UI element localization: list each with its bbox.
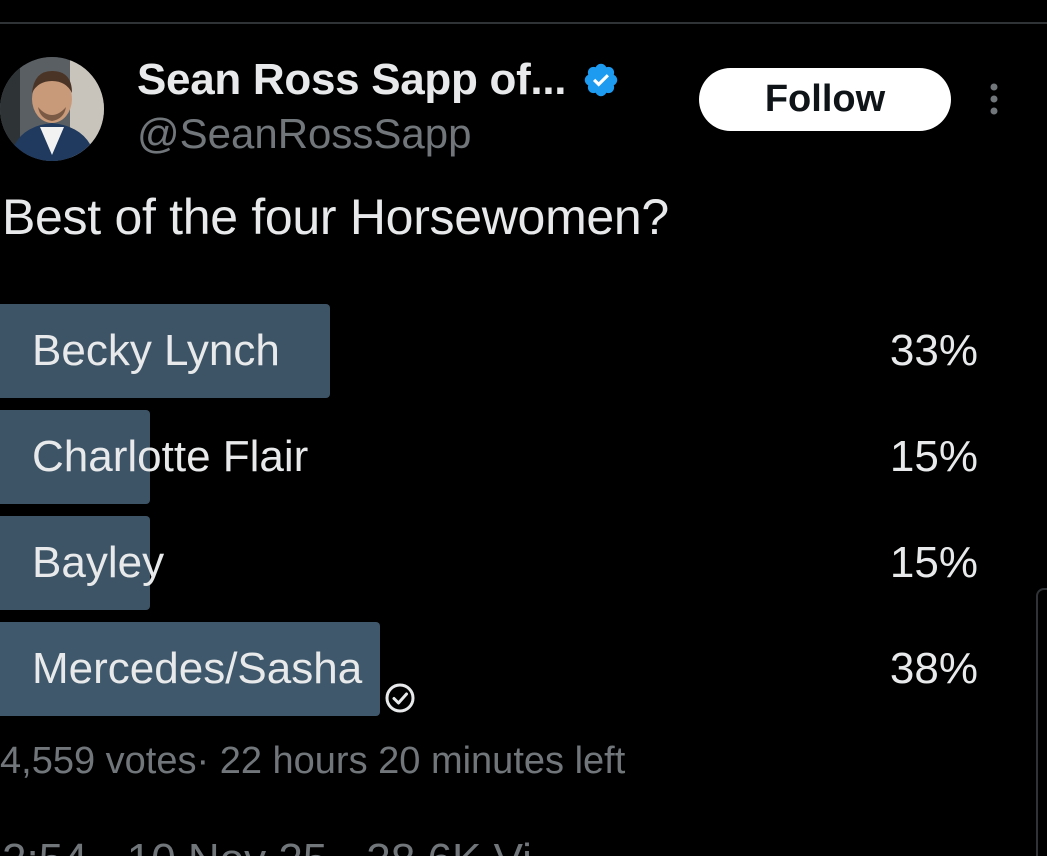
top-divider xyxy=(0,22,1047,24)
poll-option-label: Bayley xyxy=(32,516,164,610)
poll-option-label: Charlotte Flair xyxy=(32,410,308,504)
tweet-timestamp[interactable]: 2:54 · 10 Nov 25 · 38.6K Vi xyxy=(2,838,532,856)
poll-option-becky-lynch[interactable]: Becky Lynch 33% xyxy=(0,304,1000,398)
avatar[interactable] xyxy=(0,57,104,161)
poll-option-percent: 38% xyxy=(889,644,978,693)
poll-option-bayley[interactable]: Bayley 15% xyxy=(0,516,1000,610)
author-name-row[interactable]: Sean Ross Sapp of... xyxy=(137,55,620,105)
check-circle-icon xyxy=(384,653,416,713)
poll-option-mercedes-sasha[interactable]: Mercedes/Sasha 38% xyxy=(0,622,1000,716)
scrollbar[interactable] xyxy=(1036,588,1047,856)
poll-option-text: Mercedes/Sasha xyxy=(32,644,363,693)
tweet-text: Best of the four Horsewomen? xyxy=(2,189,669,245)
verified-badge-icon xyxy=(582,61,620,99)
poll-option-text: Becky Lynch xyxy=(32,326,280,375)
poll-option-percent: 15% xyxy=(889,538,978,587)
more-vertical-icon[interactable] xyxy=(982,80,1006,120)
poll-option-percent: 15% xyxy=(889,432,978,481)
poll-meta: 4,559 votes· 22 hours 20 minutes left xyxy=(0,740,626,782)
poll-option-text: Bayley xyxy=(32,538,165,587)
poll-option-percent: 33% xyxy=(889,326,978,375)
poll-option-label: Mercedes/Sasha xyxy=(32,622,416,716)
poll-option-label: Becky Lynch xyxy=(32,304,280,398)
poll-option-text: Charlotte Flair xyxy=(32,432,309,481)
author-handle[interactable]: @SeanRossSapp xyxy=(137,110,472,158)
follow-button[interactable]: Follow xyxy=(699,68,951,131)
poll-option-charlotte-flair[interactable]: Charlotte Flair 15% xyxy=(0,410,1000,504)
author-display-name[interactable]: Sean Ross Sapp of... xyxy=(137,55,567,105)
